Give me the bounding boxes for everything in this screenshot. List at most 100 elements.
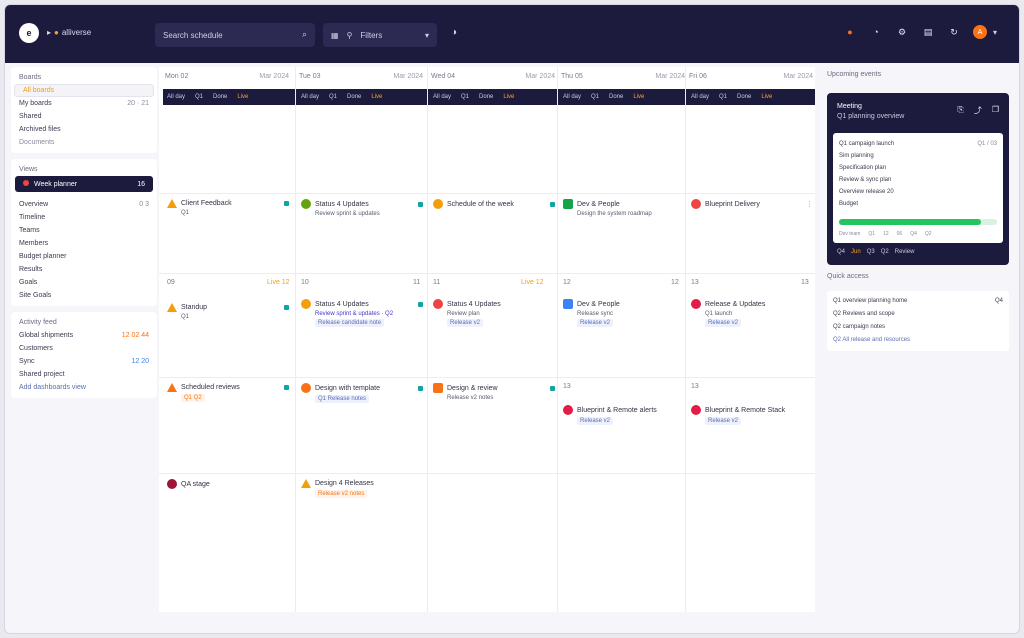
column-header[interactable]: Fri 06 Mar 2024	[689, 73, 813, 80]
apps-icon[interactable]: ▤	[921, 25, 935, 39]
event-tag[interactable]: Release v2	[447, 319, 484, 327]
sidebar-item[interactable]: All boards	[14, 84, 154, 97]
calendar-event[interactable]: Release & Updates Q1 launch Release v2	[691, 299, 813, 327]
event-tag[interactable]: Release v2	[705, 417, 742, 425]
event-tag[interactable]: Q1 Q2	[181, 394, 205, 402]
settings-icon[interactable]: ⚙	[895, 25, 909, 39]
share-icon[interactable]: ⤴	[974, 105, 982, 116]
event-tag[interactable]: Release v2	[577, 319, 614, 327]
calendar-event[interactable]: Status 4 Updates Review sprint & updates	[301, 199, 423, 217]
sidebar-item-label: All boards	[23, 87, 55, 94]
list-item[interactable]: Q2 Reviews and scope	[827, 308, 1009, 321]
alert-icon[interactable]: ●	[843, 25, 857, 39]
event-title: Status 4 Updates	[447, 300, 501, 308]
list-item[interactable]: Q2 campaign notes	[827, 321, 1009, 334]
event-sub: Release sync	[577, 311, 614, 317]
all-day-cell[interactable]: All day Q1 Done Live	[167, 94, 248, 100]
all-day-cell[interactable]: All day Q1 Done Live	[563, 94, 644, 100]
event-marker-icon	[418, 301, 423, 307]
calendar-event[interactable]: Schedule of the week	[433, 199, 555, 209]
warning-icon	[301, 479, 311, 488]
sidebar-item-active[interactable]: Week planner 16	[15, 176, 153, 192]
sidebar-item[interactable]: Overview 0 3	[11, 198, 157, 211]
sidebar-item[interactable]: Teams	[11, 224, 157, 237]
column-header[interactable]: Thu 05 Mar 2024	[561, 73, 685, 80]
sidebar-item[interactable]: Results	[11, 263, 157, 276]
calendar-event[interactable]: Status 4 Updates Review plan Release v2	[433, 299, 555, 327]
day-number[interactable]: 11	[433, 279, 440, 286]
sidebar-item[interactable]: Budget planner	[11, 250, 157, 263]
sidebar-item[interactable]: Shared	[11, 110, 157, 123]
brand-arrow-icon: ▸	[47, 28, 52, 37]
event-tag[interactable]: Release v2	[705, 319, 742, 327]
sidebar-item-label: Add dashboards view	[19, 384, 86, 391]
day-number[interactable]: 13	[563, 383, 571, 390]
calendar-event[interactable]: Blueprint & Remote Stack Release v2	[691, 405, 813, 425]
calendar-event[interactable]: Design with template Q1 Release notes	[301, 383, 423, 403]
all-day-cell[interactable]: All day Q1 Done Live	[301, 94, 382, 100]
calendar-event[interactable]: Status 4 Updates Review sprint & updates…	[301, 299, 423, 327]
logo[interactable]: e	[19, 23, 39, 43]
calendar-event[interactable]: Design 4 Releases Release v2 notes	[301, 479, 423, 498]
sidebar-item[interactable]: Members	[11, 237, 157, 250]
avatar[interactable]: A	[972, 25, 987, 39]
calendar-event[interactable]: QA stage	[167, 479, 289, 489]
event-sub: Review sprint & updates	[315, 211, 380, 217]
filter-dropdown[interactable]: ▦ ⚲ Filters ▾	[323, 23, 437, 47]
refresh-icon[interactable]: ↻	[947, 25, 961, 39]
all-day-cell[interactable]: All day Q1 Done Live	[433, 94, 514, 100]
column-header[interactable]: Mon 02 Mar 2024	[165, 73, 289, 80]
sidebar-item[interactable]: My boards 20 · 21	[11, 97, 157, 110]
sidebar-item[interactable]: Sync 12 20	[11, 355, 157, 368]
event-tag[interactable]: Release candidate note	[315, 319, 385, 327]
sidebar-item[interactable]: Goals	[11, 276, 157, 289]
event-tag[interactable]: Release v2	[577, 417, 614, 425]
calendar-event[interactable]: Dev & People Release sync Release v2	[563, 299, 685, 327]
list-item[interactable]: Q1 overview planning home Q4	[827, 295, 1009, 308]
day-number[interactable]: 10	[301, 279, 309, 286]
footer-item: Review	[894, 249, 915, 255]
search-input[interactable]: Search schedule ⌕	[155, 23, 315, 47]
sidebar-item[interactable]: Site Goals	[11, 289, 157, 302]
event-title: Blueprint & Remote Stack	[705, 406, 786, 414]
sidebar-item[interactable]: Customers	[11, 342, 157, 355]
calendar-event[interactable]: Blueprint & Remote alerts Release v2	[563, 405, 685, 425]
list-item[interactable]: Q2 All release and resources	[827, 334, 1009, 347]
sidebar-item-label: Shared project	[19, 371, 65, 378]
event-marker-icon	[550, 201, 555, 207]
copy-icon[interactable]: ❐	[992, 105, 999, 116]
sidebar-item[interactable]: Global shipments 12 02 44	[11, 329, 157, 342]
calendar-event[interactable]: Blueprint Delivery ⋮	[691, 199, 813, 209]
sidebar-item-count: 12 20	[131, 358, 149, 365]
event-more-icon[interactable]: ⋮	[806, 200, 813, 208]
help-icon[interactable]: ◑	[451, 27, 457, 38]
all-day-label: All day	[167, 94, 186, 100]
all-day-cell[interactable]: All day Q1 Done Live	[691, 94, 772, 100]
day-number[interactable]: 09	[167, 279, 175, 286]
avatar-chevron-icon[interactable]: ▾	[993, 28, 997, 37]
sidebar-item[interactable]: Timeline	[11, 211, 157, 224]
event-tag[interactable]: Release v2 notes	[315, 490, 368, 498]
calendar-event[interactable]: Design & review Release v2 notes	[433, 383, 555, 401]
calendar-event[interactable]: Standup Q1	[167, 303, 289, 320]
day-number[interactable]: 13	[691, 279, 699, 286]
column-day: Fri 06	[689, 73, 707, 80]
link-icon[interactable]: ⎘	[957, 105, 963, 116]
sidebar-item[interactable]: Documents	[11, 136, 157, 149]
calendar-event[interactable]: Dev & People Design the system roadmap	[563, 199, 685, 217]
notification-icon[interactable]: ◔	[869, 25, 883, 39]
sidebar-item[interactable]: Archived files	[11, 123, 157, 136]
brand-name: alliverse	[61, 28, 92, 37]
calendar-event[interactable]: Client Feedback Q1	[167, 199, 289, 216]
calendar-event[interactable]: Scheduled reviews Q1 Q2	[167, 383, 289, 402]
featured-event-card[interactable]: Meeting Q1 planning overview ⎘ ⤴ ❐ Q1 ca…	[827, 93, 1009, 265]
right-panel: Upcoming events Meeting Q1 planning over…	[823, 67, 1015, 627]
column-header[interactable]: Tue 03 Mar 2024	[299, 73, 423, 80]
column-header[interactable]: Wed 04 Mar 2024	[431, 73, 555, 80]
day-number[interactable]: 12	[563, 279, 571, 286]
sidebar-item[interactable]: Shared project	[11, 368, 157, 381]
day-number[interactable]: 13	[691, 383, 699, 390]
event-marker-icon	[284, 201, 289, 206]
sidebar-item[interactable]: Add dashboards view	[11, 381, 157, 394]
event-tag[interactable]: Q1 Release notes	[315, 395, 370, 403]
